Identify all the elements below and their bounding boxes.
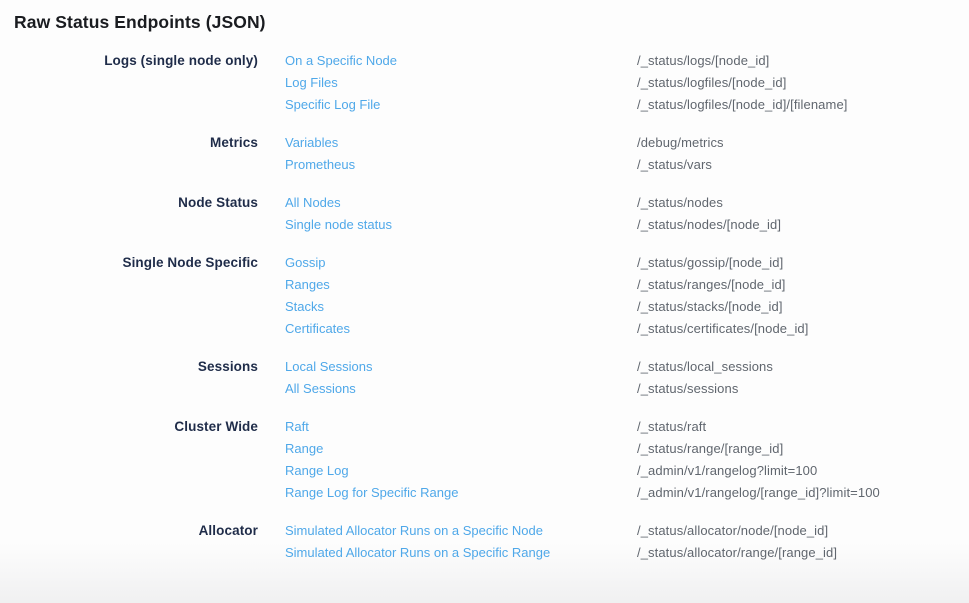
endpoint-path: /_status/gossip/[node_id] xyxy=(637,252,969,274)
category-label: Cluster Wide xyxy=(14,416,258,438)
endpoint-row: Range Log/_admin/v1/rangelog?limit=100 xyxy=(285,460,969,482)
endpoint-link[interactable]: Single node status xyxy=(285,214,637,236)
endpoint-link[interactable]: On a Specific Node xyxy=(285,50,637,72)
endpoint-row: Range/_status/range/[range_id] xyxy=(285,438,969,460)
endpoint-link[interactable]: Specific Log File xyxy=(285,94,637,116)
endpoint-section: Sessions Local Sessions/_status/local_ses… xyxy=(14,356,969,400)
endpoint-link[interactable]: Range Log for Specific Range xyxy=(285,482,637,504)
endpoint-path: /_admin/v1/rangelog?limit=100 xyxy=(637,460,969,482)
endpoint-row: Raft/_status/raft xyxy=(285,416,969,438)
endpoint-link[interactable]: Local Sessions xyxy=(285,356,637,378)
endpoint-link[interactable]: Stacks xyxy=(285,296,637,318)
category-label: Metrics xyxy=(14,132,258,154)
endpoint-path: /_admin/v1/rangelog/[range_id]?limit=100 xyxy=(637,482,969,504)
endpoint-row: On a Specific Node/_status/logs/[node_id… xyxy=(285,50,969,72)
category-label: Logs (single node only) xyxy=(14,50,258,72)
endpoint-link[interactable]: Simulated Allocator Runs on a Specific R… xyxy=(285,542,637,564)
endpoint-rows: Simulated Allocator Runs on a Specific N… xyxy=(285,520,969,564)
endpoint-row: Prometheus/_status/vars xyxy=(285,154,969,176)
endpoint-link[interactable]: Certificates xyxy=(285,318,637,340)
endpoint-path: /_status/logfiles/[node_id]/[filename] xyxy=(637,94,969,116)
endpoint-link[interactable]: Ranges xyxy=(285,274,637,296)
endpoint-path: /_status/logs/[node_id] xyxy=(637,50,969,72)
endpoint-link[interactable]: Variables xyxy=(285,132,637,154)
category-label: Sessions xyxy=(14,356,258,378)
endpoint-row: Log Files/_status/logfiles/[node_id] xyxy=(285,72,969,94)
endpoint-row: Variables/debug/metrics xyxy=(285,132,969,154)
endpoint-link[interactable]: All Sessions xyxy=(285,378,637,400)
endpoint-row: Local Sessions/_status/local_sessions xyxy=(285,356,969,378)
endpoint-path: /_status/nodes xyxy=(637,192,969,214)
endpoint-path: /_status/sessions xyxy=(637,378,969,400)
endpoint-rows: Gossip/_status/gossip/[node_id]Ranges/_s… xyxy=(285,252,969,340)
endpoint-rows: On a Specific Node/_status/logs/[node_id… xyxy=(285,50,969,116)
endpoint-path: /_status/vars xyxy=(637,154,969,176)
endpoint-path: /_status/range/[range_id] xyxy=(637,438,969,460)
endpoint-section: Allocator Simulated Allocator Runs on a S… xyxy=(14,520,969,564)
category-label: Allocator xyxy=(14,520,258,542)
endpoint-rows: Local Sessions/_status/local_sessionsAll… xyxy=(285,356,969,400)
endpoint-link[interactable]: Raft xyxy=(285,416,637,438)
endpoint-link[interactable]: Log Files xyxy=(285,72,637,94)
endpoint-sections: Logs (single node only) On a Specific Nod… xyxy=(14,50,969,564)
endpoint-row: Specific Log File/_status/logfiles/[node… xyxy=(285,94,969,116)
endpoint-link[interactable]: Gossip xyxy=(285,252,637,274)
endpoint-section: Node Status All Nodes/_status/nodesSingle… xyxy=(14,192,969,236)
endpoint-path: /_status/stacks/[node_id] xyxy=(637,296,969,318)
endpoint-link[interactable]: Range xyxy=(285,438,637,460)
endpoint-path: /_status/local_sessions xyxy=(637,356,969,378)
endpoint-path: /_status/ranges/[node_id] xyxy=(637,274,969,296)
endpoint-rows: Raft/_status/raftRange/_status/range/[ra… xyxy=(285,416,969,504)
endpoint-rows: Variables/debug/metricsPrometheus/_statu… xyxy=(285,132,969,176)
endpoint-path: /_status/allocator/range/[range_id] xyxy=(637,542,969,564)
endpoint-link[interactable]: Simulated Allocator Runs on a Specific N… xyxy=(285,520,637,542)
endpoint-row: Range Log for Specific Range/_admin/v1/r… xyxy=(285,482,969,504)
endpoint-row: Ranges/_status/ranges/[node_id] xyxy=(285,274,969,296)
endpoint-link[interactable]: Range Log xyxy=(285,460,637,482)
raw-status-endpoints-page: Raw Status Endpoints (JSON) Logs (single… xyxy=(0,0,969,603)
endpoint-row: Simulated Allocator Runs on a Specific R… xyxy=(285,542,969,564)
endpoint-row: Gossip/_status/gossip/[node_id] xyxy=(285,252,969,274)
endpoint-path: /_status/allocator/node/[node_id] xyxy=(637,520,969,542)
category-label: Single Node Specific xyxy=(14,252,258,274)
endpoint-path: /_status/raft xyxy=(637,416,969,438)
endpoint-section: Single Node Specific Gossip/_status/gossi… xyxy=(14,252,969,340)
endpoint-path: /_status/logfiles/[node_id] xyxy=(637,72,969,94)
endpoint-row: All Sessions/_status/sessions xyxy=(285,378,969,400)
endpoint-row: Simulated Allocator Runs on a Specific N… xyxy=(285,520,969,542)
endpoint-section: Logs (single node only) On a Specific Nod… xyxy=(14,50,969,116)
endpoint-path: /debug/metrics xyxy=(637,132,969,154)
endpoint-row: Stacks/_status/stacks/[node_id] xyxy=(285,296,969,318)
endpoint-link[interactable]: All Nodes xyxy=(285,192,637,214)
endpoint-row: Single node status/_status/nodes/[node_i… xyxy=(285,214,969,236)
page-title: Raw Status Endpoints (JSON) xyxy=(14,12,969,33)
endpoint-section: Metrics Variables/debug/metricsPrometheus… xyxy=(14,132,969,176)
endpoint-row: Certificates/_status/certificates/[node_… xyxy=(285,318,969,340)
endpoint-row: All Nodes/_status/nodes xyxy=(285,192,969,214)
endpoint-link[interactable]: Prometheus xyxy=(285,154,637,176)
endpoint-section: Cluster Wide Raft/_status/raftRange/_stat… xyxy=(14,416,969,504)
endpoint-path: /_status/certificates/[node_id] xyxy=(637,318,969,340)
endpoint-rows: All Nodes/_status/nodesSingle node statu… xyxy=(285,192,969,236)
endpoint-path: /_status/nodes/[node_id] xyxy=(637,214,969,236)
category-label: Node Status xyxy=(14,192,258,214)
